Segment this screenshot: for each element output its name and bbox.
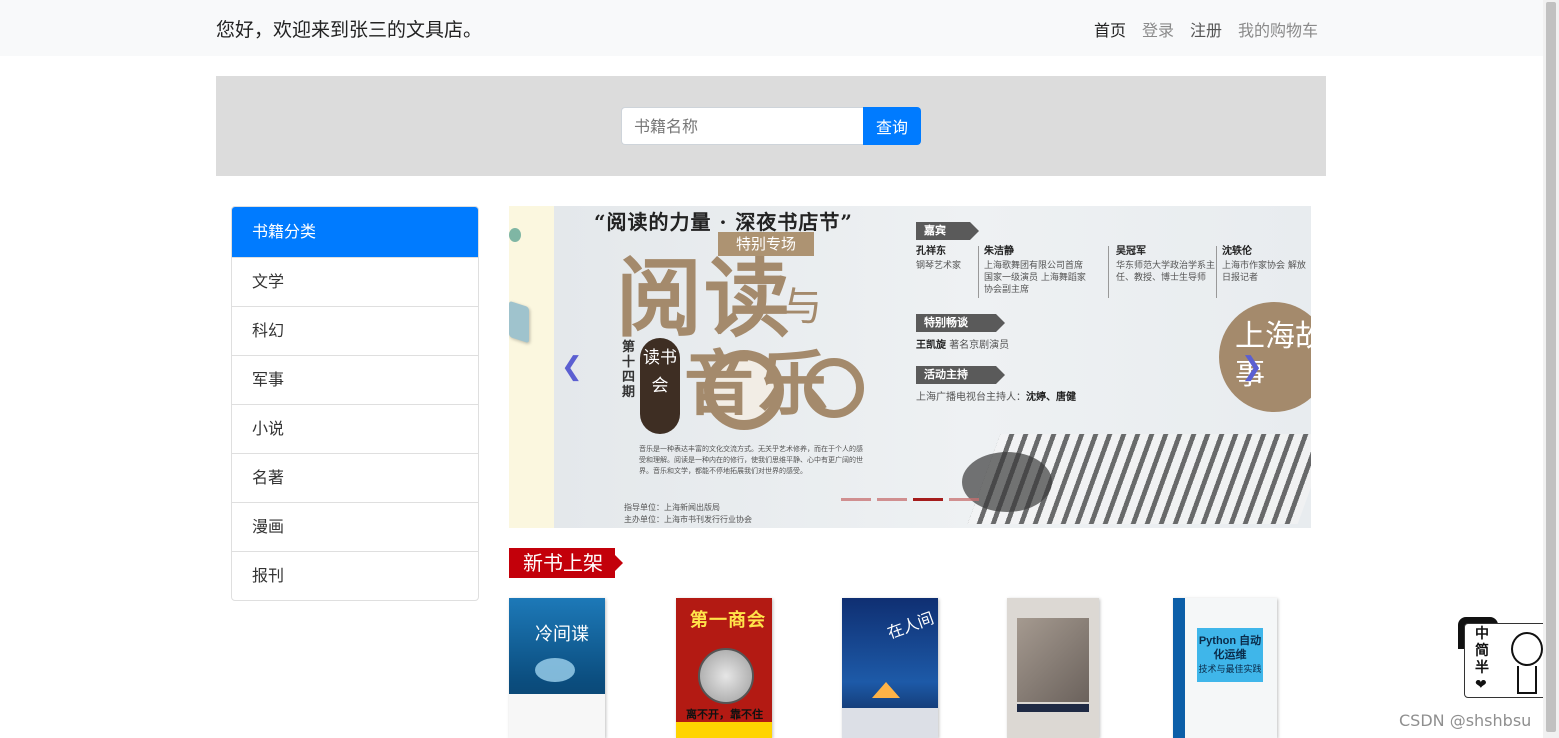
- book-search-input[interactable]: [621, 107, 864, 145]
- ime-char: 半: [1475, 660, 1489, 676]
- book-cover-title: 在人间: [884, 608, 937, 643]
- book-cover[interactable]: Python 自动化运维 技术与最佳实践: [1173, 598, 1277, 738]
- search-button[interactable]: 查询: [863, 107, 921, 145]
- slide-special-tag: 特别专场: [718, 232, 814, 256]
- carousel-indicator-active[interactable]: [913, 498, 943, 501]
- mascot-body-icon: [1517, 666, 1537, 694]
- shanghai-story-badge: 上海故事: [1219, 302, 1311, 412]
- banner-carousel[interactable]: “阅读的力量 · 深夜书店节” 阅读 特别专场 与 音乐 第十四期 读书会 音乐…: [509, 206, 1311, 528]
- nav-cart-link[interactable]: 我的购物车: [1238, 17, 1318, 41]
- talk-desc: 著名京剧演员: [949, 340, 1010, 351]
- divider: [1216, 246, 1217, 298]
- host-prefix: 上海广播电视台主持人：: [916, 392, 1026, 403]
- slide-talk-line: 王凯旋 著名京剧演员: [916, 336, 1009, 351]
- book-cover-subtitle: 离不开，靠不住: [686, 708, 763, 721]
- slide-guests-tag: 嘉宾: [916, 222, 979, 240]
- page: 您好，欢迎来到张三的文具店。 首页 登录 注册 我的购物车 查询 书籍分类 文学…: [0, 0, 1559, 738]
- book-cover[interactable]: 在人间: [842, 598, 938, 738]
- guest-desc: 上海市作家协会 解放日报记者: [1222, 261, 1306, 283]
- csdn-watermark: CSDN @shshbsu: [1399, 711, 1532, 730]
- guest-name: 吴冠军: [1116, 246, 1146, 257]
- category-header[interactable]: 书籍分类: [232, 207, 478, 257]
- coin-graphic: [698, 648, 754, 704]
- cover-title-bar: [1017, 704, 1089, 712]
- slide-book-club-seal: 读书会: [640, 338, 680, 434]
- guest-desc: 华东师范大学政治学系主任、教授、博士生导师: [1116, 261, 1216, 283]
- book-cover-subtitle: 技术与最佳实践: [1198, 664, 1262, 674]
- divider: [978, 246, 979, 298]
- guest-name: 沈轶伦: [1222, 246, 1252, 257]
- book-cover-title: 冷间谍: [535, 624, 589, 645]
- cover-footer: [509, 694, 605, 738]
- guest-desc: 钢琴艺术家: [916, 261, 962, 271]
- heart-icon: ❤: [1475, 677, 1487, 693]
- slide-host-line: 上海广播电视台主持人：沈婷、唐健: [916, 388, 1076, 403]
- book-cover-title: 第一商会: [690, 610, 766, 631]
- guest-name: 朱洁静: [984, 246, 1014, 257]
- category-item-periodicals[interactable]: 报刊: [232, 551, 478, 600]
- search-band: 查询: [216, 76, 1326, 176]
- chevron-right-icon[interactable]: ❯: [1241, 352, 1263, 382]
- carousel-indicator[interactable]: [841, 498, 871, 501]
- host-names: 沈婷、唐健: [1026, 392, 1076, 403]
- slide-big-title-and: 与: [782, 284, 822, 330]
- guest-name: 孔祥东: [916, 246, 946, 257]
- category-item-military[interactable]: 军事: [232, 355, 478, 404]
- chevron-left-icon[interactable]: ❮: [561, 352, 583, 382]
- slide-paragraph: 音乐是一种表达丰富的文化交流方式。无关乎艺术修养，而在于个人的感受和理解。阅读是…: [639, 445, 863, 475]
- tent-graphic: [872, 682, 900, 698]
- talk-name: 王凯旋: [916, 340, 946, 351]
- divider: [1108, 246, 1109, 298]
- ime-char: 简: [1475, 643, 1489, 659]
- slide-guide-unit: 指导单位：上海新闻出版局: [624, 503, 720, 512]
- slide-guest: 沈轶伦上海市作家协会 解放日报记者: [1222, 246, 1311, 284]
- book-cover-title: Python 自动化运维 技术与最佳实践: [1197, 628, 1263, 682]
- slide-guest: 朱洁静上海歌舞团有限公司首席 国家一级演员 上海舞蹈家协会副主席: [984, 246, 1094, 296]
- book-decoration: [509, 300, 529, 344]
- category-item-literature[interactable]: 文学: [232, 257, 478, 306]
- slide-host-unit: 主办单位：上海市书刊发行行业协会: [624, 515, 752, 524]
- category-item-classics[interactable]: 名著: [232, 453, 478, 502]
- violin-graphic: [962, 452, 1052, 512]
- category-item-scifi[interactable]: 科幻: [232, 306, 478, 355]
- ime-char: 中: [1475, 626, 1489, 642]
- slide-host-tag: 活动主持: [916, 366, 1005, 384]
- book-cover[interactable]: [1007, 598, 1099, 738]
- guest-desc: 上海歌舞团有限公司首席 国家一级演员 上海舞蹈家协会副主席: [984, 261, 1086, 295]
- carousel-slide: “阅读的力量 · 深夜书店节” 阅读 特别专场 与 音乐 第十四期 读书会 音乐…: [554, 206, 1311, 528]
- slide-guest: 吴冠军华东师范大学政治学系主任、教授、博士生导师: [1116, 246, 1216, 284]
- mascot-face-icon: [1511, 632, 1543, 666]
- portrait-photo: [1017, 618, 1089, 702]
- nav-home-link[interactable]: 首页: [1094, 17, 1126, 41]
- snow-ground-graphic: [842, 708, 938, 738]
- category-item-novel[interactable]: 小说: [232, 404, 478, 453]
- slide-talk-tag: 特别畅谈: [916, 314, 1005, 332]
- book-cover-title-text: Python 自动化运维: [1198, 635, 1262, 661]
- nav-login-link[interactable]: 登录: [1142, 17, 1174, 41]
- book-cover[interactable]: 冷间谍: [509, 598, 605, 738]
- new-books-heading: 新书上架: [509, 548, 623, 578]
- slide-organizers: 指导单位：上海新闻出版局 主办单位：上海市书刊发行行业协会: [624, 502, 752, 526]
- slide-big-title-music: 音乐: [684, 342, 832, 425]
- carousel-indicator[interactable]: [949, 498, 979, 501]
- cover-spine-band: [1173, 598, 1185, 738]
- scrollbar-thumb[interactable]: [1546, 2, 1556, 732]
- carousel-indicator[interactable]: [877, 498, 907, 501]
- page-scrollbar[interactable]: [1543, 0, 1559, 738]
- previous-slide-edge: [509, 206, 554, 528]
- slide-issue-number: 第十四期: [622, 340, 636, 400]
- welcome-text: 您好，欢迎来到张三的文具店。: [216, 19, 483, 41]
- book-cover[interactable]: 第一商会 离不开，靠不住: [676, 598, 772, 738]
- category-item-comics[interactable]: 漫画: [232, 502, 478, 551]
- nav-register-link[interactable]: 注册: [1190, 17, 1222, 41]
- nav-links: 首页 登录 注册 我的购物车: [1094, 17, 1318, 41]
- ime-mode-chars: 中 简 半 ❤: [1475, 626, 1491, 694]
- category-list: 书籍分类 文学 科幻 军事 小说 名著 漫画 报刊: [231, 206, 479, 601]
- leaf-decoration: [509, 228, 521, 242]
- shark-graphic: [535, 658, 575, 682]
- slide-guest: 孔祥东 钢琴艺术家: [916, 246, 976, 272]
- top-navbar: 您好，欢迎来到张三的文具店。 首页 登录 注册 我的购物车: [0, 0, 1543, 56]
- carousel-indicators: [841, 498, 979, 501]
- cover-strip: [676, 722, 772, 738]
